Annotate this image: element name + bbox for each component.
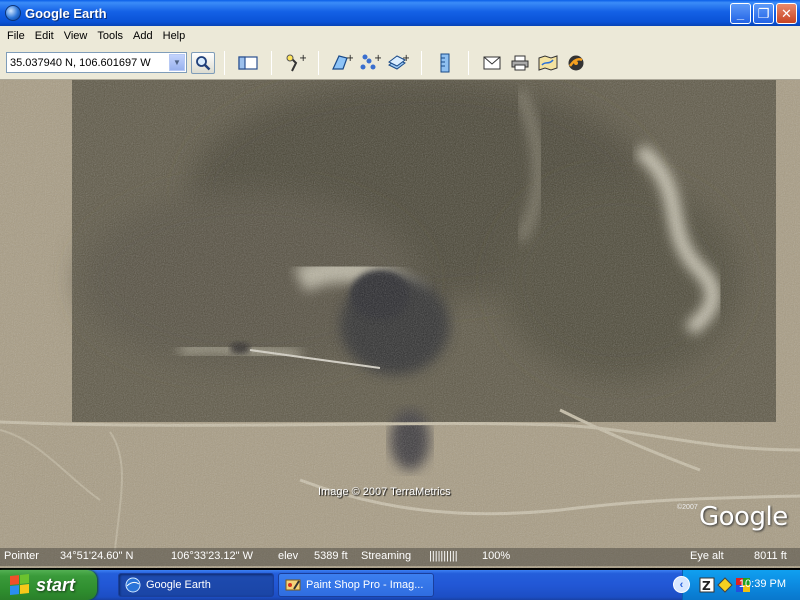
streaming-progress: |||||||||| — [429, 550, 458, 562]
eye-alt-value: 8011 ft — [754, 550, 787, 562]
title-bar[interactable]: Google Earth _ ❐ ✕ — [0, 0, 800, 26]
task-label: Paint Shop Pro - Imag... — [306, 579, 424, 591]
menu-view[interactable]: View — [59, 30, 93, 42]
streaming-label: Streaming — [361, 550, 412, 562]
paint-shop-pro-icon — [285, 579, 301, 591]
pointer-longitude: 106°33'23.12" W — [171, 550, 253, 562]
search-button[interactable] — [191, 51, 215, 74]
path-icon[interactable]: + — [359, 52, 381, 74]
svg-text:+: + — [374, 53, 381, 64]
imagery-attribution: Image © 2007 TerraMetrics — [318, 486, 451, 498]
google-logo: Google — [699, 502, 788, 532]
location-input[interactable] — [7, 56, 167, 69]
network-icon[interactable] — [717, 577, 733, 593]
ruler-icon[interactable] — [434, 52, 456, 74]
image-overlay-icon[interactable]: + — [387, 52, 409, 74]
minimize-button[interactable]: _ — [730, 3, 751, 24]
menu-tools[interactable]: Tools — [92, 30, 128, 42]
start-button[interactable]: start — [0, 570, 97, 600]
placemark-icon[interactable]: + — [284, 52, 306, 74]
restore-button[interactable]: ❐ — [753, 3, 774, 24]
taskbar-item-paint-shop-pro[interactable]: Paint Shop Pro - Imag... — [278, 573, 434, 597]
sky-icon[interactable] — [565, 52, 587, 74]
menu-file[interactable]: File — [2, 30, 30, 42]
logo-copyright: ©2007 — [677, 504, 698, 511]
system-tray: ‹ Z 10:39 PM — [673, 570, 800, 600]
menu-bar: File Edit View Tools Add Help — [0, 26, 800, 46]
menu-add[interactable]: Add — [128, 30, 158, 42]
menu-edit[interactable]: Edit — [30, 30, 59, 42]
taskbar: start Google Earth Paint Shop Pro - Imag… — [0, 570, 800, 600]
task-label: Google Earth — [146, 579, 211, 591]
menu-help[interactable]: Help — [158, 30, 191, 42]
email-icon[interactable] — [481, 52, 503, 74]
toolbar: ▼ + + + + — [0, 46, 800, 80]
maps-icon[interactable] — [537, 52, 559, 74]
clock[interactable]: 10:39 PM — [739, 578, 786, 590]
map-view[interactable]: Image © 2007 TerraMetrics ©2007 Google — [0, 80, 800, 568]
svg-text:+: + — [402, 53, 409, 64]
search-icon — [196, 55, 211, 70]
svg-text:+: + — [299, 53, 306, 64]
eye-alt-label: Eye alt — [690, 550, 724, 562]
print-icon[interactable] — [509, 52, 531, 74]
windows-logo-icon — [10, 574, 30, 596]
start-label: start — [36, 574, 76, 595]
close-button[interactable]: ✕ — [776, 3, 797, 24]
svg-text:Z: Z — [702, 579, 711, 593]
elev-label: elev — [278, 550, 299, 562]
elev-value: 5389 ft — [314, 550, 348, 562]
window-title: Google Earth — [25, 5, 107, 21]
chevron-down-icon[interactable]: ▼ — [169, 54, 185, 71]
google-earth-icon — [125, 577, 141, 593]
toolbar-separator — [224, 50, 225, 75]
zonealarm-icon[interactable]: Z — [699, 577, 715, 593]
status-bar: Pointer 34°51'24.60" N 106°33'23.12" W e… — [0, 548, 800, 566]
chevron-left-icon[interactable]: ‹ — [673, 576, 690, 593]
taskbar-item-google-earth[interactable]: Google Earth — [118, 573, 274, 597]
pointer-latitude: 34°51'24.60" N — [60, 550, 134, 562]
google-earth-icon — [5, 5, 21, 21]
pointer-label: Pointer — [4, 550, 39, 562]
polygon-icon[interactable]: + — [331, 52, 353, 74]
svg-text:+: + — [346, 53, 353, 64]
streaming-percent: 100% — [482, 550, 511, 562]
location-combobox[interactable]: ▼ — [6, 52, 187, 73]
sidebar-icon[interactable] — [237, 52, 259, 74]
